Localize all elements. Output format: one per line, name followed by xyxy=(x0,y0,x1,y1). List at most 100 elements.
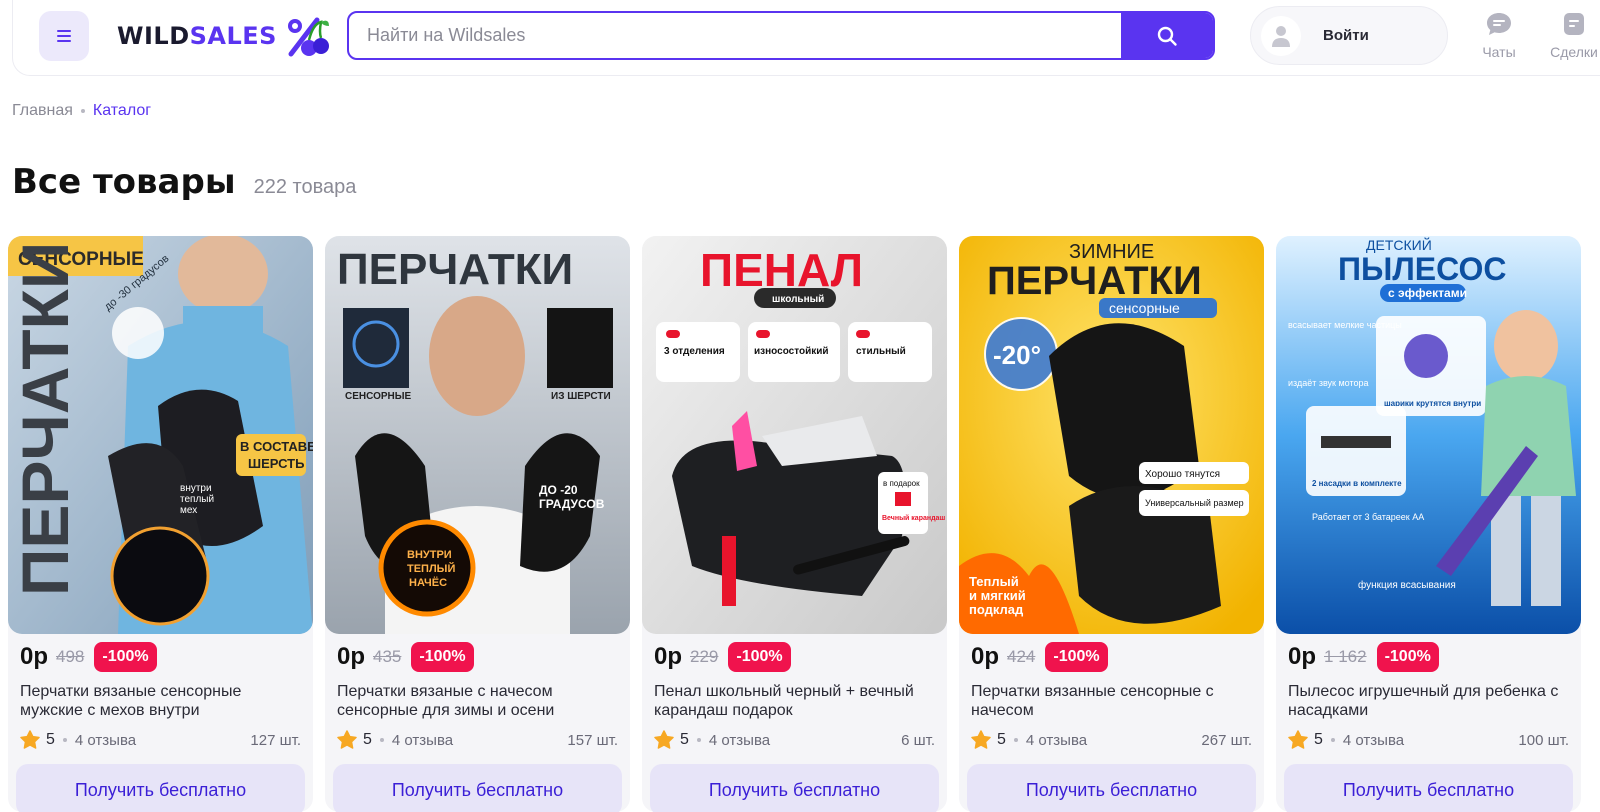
chat-icon xyxy=(1487,13,1511,35)
breadcrumb-current[interactable]: Каталог xyxy=(93,102,151,120)
product-name[interactable]: Пылесос игрушечный для ребенка с насадка… xyxy=(1288,682,1568,720)
svg-text:Вечный карандаш: Вечный карандаш xyxy=(882,514,945,522)
reviews[interactable]: 4 отзыва xyxy=(392,732,453,749)
svg-text:и мягкий: и мягкий xyxy=(969,588,1026,603)
discount-badge: -100% xyxy=(1045,642,1108,672)
svg-text:функция всасывания: функция всасывания xyxy=(1358,579,1456,591)
meta-separator xyxy=(1013,738,1018,742)
get-free-button[interactable]: Получить бесплатно xyxy=(650,764,939,812)
reviews[interactable]: 4 отзыва xyxy=(709,732,770,749)
logo[interactable]: WILDSALES xyxy=(117,14,331,58)
product-card[interactable]: ЗИМНИЕ ПЕРЧАТКИ сенсорные -20° Хорошо тя… xyxy=(959,236,1264,812)
price-row: 0р 435 -100% xyxy=(337,642,474,672)
product-image[interactable]: ЗИМНИЕ ПЕРЧАТКИ сенсорные -20° Хорошо тя… xyxy=(959,236,1264,634)
product-image[interactable]: ПЕРЧАТКИ СЕНСОРНЫЕ ИЗ ШЕРСТИ ДО -20 ГРАД… xyxy=(325,236,630,634)
svg-text:ГРАДУСОВ: ГРАДУСОВ xyxy=(539,497,605,511)
reviews[interactable]: 4 отзыва xyxy=(75,732,136,749)
price-row: 0р 498 -100% xyxy=(20,642,157,672)
svg-text:ПЕРЧАТКИ: ПЕРЧАТКИ xyxy=(8,242,82,596)
svg-text:стильный: стильный xyxy=(856,346,906,357)
price: 0р xyxy=(337,643,366,670)
meta-separator xyxy=(696,738,701,742)
chats-label: Чаты xyxy=(1482,44,1516,60)
gloves-image: СЕНСОРНЫЕ ПЕРЧАТКИ до -30 градусов В СОС… xyxy=(8,236,313,634)
product-card[interactable]: СЕНСОРНЫЕ ПЕРЧАТКИ до -30 градусов В СОС… xyxy=(8,236,313,812)
hamburger-icon xyxy=(57,30,71,42)
product-name[interactable]: Перчатки вязаные сенсорные мужские с мех… xyxy=(20,682,300,720)
price: 0р xyxy=(1288,643,1317,670)
old-price: 498 xyxy=(56,647,85,666)
product-meta: 5 4 отзыва 127 шт. xyxy=(20,730,301,750)
svg-text:НАЧЁС: НАЧЁС xyxy=(409,576,447,589)
product-card[interactable]: ПЕРЧАТКИ СЕНСОРНЫЕ ИЗ ШЕРСТИ ДО -20 ГРАД… xyxy=(325,236,630,812)
search-icon xyxy=(1157,26,1177,46)
svg-text:2 насадки в комплекте: 2 насадки в комплекте xyxy=(1312,479,1402,488)
product-meta: 5 4 отзыва 267 шт. xyxy=(971,730,1252,750)
search-input[interactable] xyxy=(349,13,1121,58)
stock: 6 шт. xyxy=(901,731,935,749)
deals-button[interactable]: Сделки xyxy=(1544,12,1600,60)
pencil-case-image: ПЕНАЛ школьный 3 отделения износостойкий… xyxy=(642,236,947,634)
meta-separator xyxy=(379,738,384,742)
product-name[interactable]: Пенал школьный черный + вечный карандаш … xyxy=(654,682,934,720)
gloves-image: ЗИМНИЕ ПЕРЧАТКИ сенсорные -20° Хорошо тя… xyxy=(959,236,1264,634)
old-price: 424 xyxy=(1007,647,1036,666)
product-name[interactable]: Перчатки вязаные с начесом сенсорные для… xyxy=(337,682,617,720)
old-price: 435 xyxy=(373,647,402,666)
reviews[interactable]: 4 отзыва xyxy=(1026,732,1087,749)
svg-text:Хорошо тянутся: Хорошо тянутся xyxy=(1145,469,1220,480)
svg-text:издаёт звук мотора: издаёт звук мотора xyxy=(1288,378,1369,388)
menu-button[interactable] xyxy=(39,11,89,61)
product-image[interactable]: ДЕТСКИЙ ПЫЛЕСОС с эффектами всасывает ме… xyxy=(1276,236,1581,634)
search-bar xyxy=(347,11,1215,60)
page-title: Все товары xyxy=(12,162,236,202)
login-button[interactable]: Войти xyxy=(1250,6,1448,65)
product-name[interactable]: Перчатки вязанные сенсорные с начесом xyxy=(971,682,1251,720)
deals-label: Сделки xyxy=(1550,44,1598,60)
svg-text:В СОСТАВЕ: В СОСТАВЕ xyxy=(240,439,313,454)
breadcrumb-separator xyxy=(80,109,85,113)
svg-text:Теплый: Теплый xyxy=(969,574,1019,589)
svg-text:ПЕРЧАТКИ: ПЕРЧАТКИ xyxy=(337,245,573,294)
breadcrumb-home[interactable]: Главная xyxy=(12,102,73,120)
get-free-button[interactable]: Получить бесплатно xyxy=(16,764,305,812)
get-free-button[interactable]: Получить бесплатно xyxy=(333,764,622,812)
stock: 157 шт. xyxy=(567,731,618,749)
price: 0р xyxy=(654,643,683,670)
cherry-percent-icon xyxy=(287,17,329,57)
price: 0р xyxy=(20,643,49,670)
rating: 5 xyxy=(363,731,372,748)
gloves-image: ПЕРЧАТКИ СЕНСОРНЫЕ ИЗ ШЕРСТИ ДО -20 ГРАД… xyxy=(325,236,630,634)
product-image[interactable]: СЕНСОРНЫЕ ПЕРЧАТКИ до -30 градусов В СОС… xyxy=(8,236,313,634)
get-free-button[interactable]: Получить бесплатно xyxy=(1284,764,1573,812)
svg-text:ТЕПЛЫЙ: ТЕПЛЫЙ xyxy=(407,562,455,575)
product-card[interactable]: ДЕТСКИЙ ПЫЛЕСОС с эффектами всасывает ме… xyxy=(1276,236,1581,812)
rating: 5 xyxy=(1314,731,1323,748)
star-icon xyxy=(1288,730,1308,749)
svg-text:-20°: -20° xyxy=(993,340,1041,370)
reviews[interactable]: 4 отзыва xyxy=(1343,732,1404,749)
product-count: 222 товара xyxy=(253,176,357,198)
price: 0р xyxy=(971,643,1000,670)
user-icon xyxy=(1272,25,1290,47)
star-icon xyxy=(337,730,357,749)
stock: 100 шт. xyxy=(1518,731,1569,749)
meta-separator xyxy=(1330,738,1335,742)
chats-button[interactable]: Чаты xyxy=(1469,12,1529,60)
old-price: 1 162 xyxy=(1324,647,1367,666)
toy-vacuum-image: ДЕТСКИЙ ПЫЛЕСОС с эффектами всасывает ме… xyxy=(1276,236,1581,634)
svg-text:ПЕРЧАТКИ: ПЕРЧАТКИ xyxy=(987,259,1202,303)
svg-text:износостойкий: износостойкий xyxy=(754,346,829,357)
product-meta: 5 4 отзыва 157 шт. xyxy=(337,730,618,750)
product-card[interactable]: ПЕНАЛ школьный 3 отделения износостойкий… xyxy=(642,236,947,812)
svg-text:теплый: теплый xyxy=(180,494,214,505)
svg-text:ПЫЛЕСОС: ПЫЛЕСОС xyxy=(1338,251,1506,287)
product-image[interactable]: ПЕНАЛ школьный 3 отделения износостойкий… xyxy=(642,236,947,634)
logo-text: WILDSALES xyxy=(117,22,277,50)
stock: 267 шт. xyxy=(1201,731,1252,749)
search-button[interactable] xyxy=(1121,13,1213,58)
get-free-button[interactable]: Получить бесплатно xyxy=(967,764,1256,812)
rating: 5 xyxy=(46,731,55,748)
price-row: 0р 424 -100% xyxy=(971,642,1108,672)
star-icon xyxy=(20,730,40,749)
